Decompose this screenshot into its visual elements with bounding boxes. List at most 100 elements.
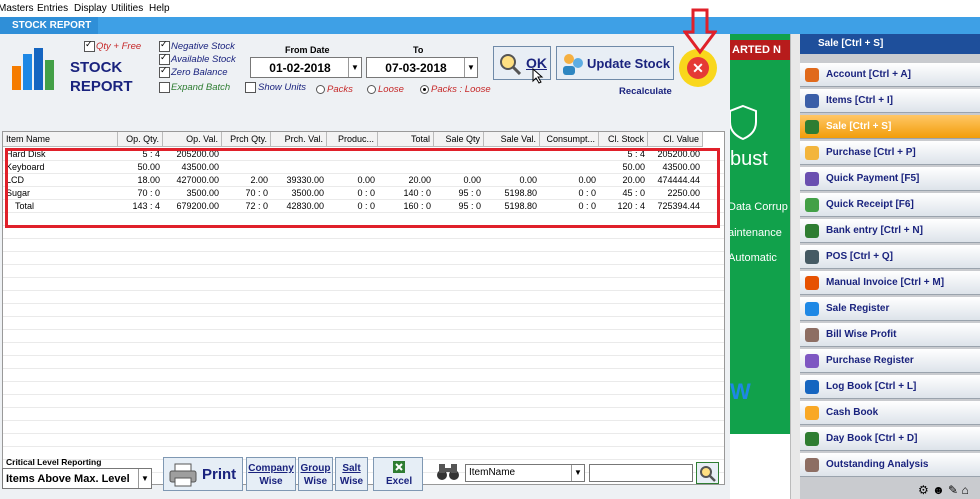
column-header[interactable]: Produc...: [327, 132, 378, 147]
nav-item[interactable]: Log Book [Ctrl + L]: [800, 375, 980, 399]
show-units-checkbox[interactable]: [245, 82, 256, 93]
expand-batch-checkbox[interactable]: [159, 82, 170, 93]
nav-item[interactable]: Cash Book: [800, 401, 980, 425]
empty-row[interactable]: [3, 278, 724, 291]
nav-item-label: Quick Receipt [F6]: [826, 199, 914, 210]
search-input[interactable]: [589, 464, 693, 482]
nav-item[interactable]: Bill Wise Profit: [800, 323, 980, 347]
tray-icons: ⚙ ☻ ✎ ⌂: [918, 483, 969, 497]
excel-button[interactable]: Excel: [373, 457, 423, 491]
group-wise-line2: Wise: [303, 476, 328, 487]
column-header[interactable]: Op. Val.: [163, 132, 222, 147]
column-header[interactable]: Item Name: [3, 132, 118, 147]
column-header[interactable]: Op. Qty.: [118, 132, 163, 147]
company-wise-button[interactable]: Company Wise: [246, 457, 296, 491]
from-date-picker[interactable]: 01-02-2018 ▼: [250, 57, 362, 78]
column-header[interactable]: Sale Qty: [434, 132, 484, 147]
empty-row[interactable]: [3, 304, 724, 317]
promo-text-5: W: [730, 379, 751, 404]
nav-item[interactable]: Sale [Ctrl + S]: [800, 115, 980, 139]
empty-row[interactable]: [3, 330, 724, 343]
excel-icon: [393, 461, 405, 473]
empty-row[interactable]: [3, 356, 724, 369]
menu-help[interactable]: Help: [149, 3, 170, 14]
tab-stock-report[interactable]: STOCK REPORT: [0, 17, 98, 34]
nav-item-icon: [805, 172, 819, 186]
search-field-value: ItemName: [469, 467, 516, 478]
column-header[interactable]: Prch Qty.: [222, 132, 271, 147]
packs-radio[interactable]: [316, 85, 325, 94]
recalculate-link[interactable]: Recalculate: [619, 86, 672, 97]
nav-item-icon: [805, 432, 819, 446]
nav-item[interactable]: Account [Ctrl + A]: [800, 63, 980, 87]
promo-text-1: bust: [730, 148, 768, 170]
chevron-down-icon[interactable]: ▼: [464, 58, 477, 77]
column-header[interactable]: Sale Val.: [484, 132, 540, 147]
shield-icon: [730, 104, 757, 140]
group-wise-button[interactable]: Group Wise: [298, 457, 333, 491]
to-date-picker[interactable]: 07-03-2018 ▼: [366, 57, 478, 78]
available-stock-checkbox[interactable]: [159, 52, 170, 65]
update-stock-button[interactable]: Update Stock: [556, 46, 674, 80]
empty-row[interactable]: [3, 421, 724, 434]
packs-loose-radio[interactable]: [420, 85, 429, 94]
empty-row[interactable]: [3, 434, 724, 447]
nav-item-label: Account [Ctrl + A]: [826, 69, 911, 80]
column-header[interactable]: Cl. Value: [648, 132, 703, 147]
nav-item[interactable]: Purchase [Ctrl + P]: [800, 141, 980, 165]
print-button[interactable]: Print: [163, 457, 243, 491]
zero-balance-checkbox[interactable]: [159, 65, 170, 78]
nav-item[interactable]: Outstanding Analysis: [800, 453, 980, 477]
menu-masters[interactable]: Masters: [0, 3, 34, 14]
column-header[interactable]: Consumpt...: [540, 132, 599, 147]
nav-item-icon: [805, 224, 819, 238]
nav-item[interactable]: Quick Payment [F5]: [800, 167, 980, 191]
chevron-down-icon[interactable]: ▼: [138, 469, 151, 488]
chevron-down-icon[interactable]: ▼: [348, 58, 361, 77]
salt-wise-line1: Salt: [342, 463, 361, 474]
negative-stock-checkbox[interactable]: [159, 39, 170, 52]
mouse-cursor-icon: [532, 68, 544, 84]
menu-entries[interactable]: Entries: [37, 3, 68, 14]
empty-row[interactable]: [3, 239, 724, 252]
nav-item[interactable]: Quick Receipt [F6]: [800, 193, 980, 217]
column-header[interactable]: Total: [378, 132, 434, 147]
zero-balance-label: Zero Balance: [171, 67, 228, 78]
menu-display[interactable]: Display: [74, 3, 107, 14]
empty-row[interactable]: [3, 369, 724, 382]
menu-utilities[interactable]: Utilities: [111, 3, 143, 14]
empty-row[interactable]: [3, 252, 724, 265]
qty-free-checkbox[interactable]: [84, 39, 95, 52]
search-button[interactable]: [696, 462, 719, 484]
column-header[interactable]: Cl. Stock: [599, 132, 648, 147]
salt-wise-button[interactable]: Salt Wise: [335, 457, 368, 491]
nav-item[interactable]: Bank entry [Ctrl + N]: [800, 219, 980, 243]
empty-row[interactable]: [3, 343, 724, 356]
nav-item-icon: [805, 380, 819, 394]
nav-item[interactable]: Manual Invoice [Ctrl + M]: [800, 271, 980, 295]
nav-item[interactable]: Day Book [Ctrl + D]: [800, 427, 980, 451]
empty-row[interactable]: [3, 317, 724, 330]
empty-row[interactable]: [3, 291, 724, 304]
empty-row[interactable]: [3, 395, 724, 408]
to-date-label: To: [413, 45, 424, 55]
loose-radio[interactable]: [367, 85, 376, 94]
nav-item[interactable]: Purchase Register: [800, 349, 980, 373]
empty-row[interactable]: [3, 382, 724, 395]
column-header[interactable]: Prch. Val.: [271, 132, 327, 147]
search-field-select[interactable]: ItemName ▼: [465, 464, 585, 482]
nav-item[interactable]: Sale Register: [800, 297, 980, 321]
chevron-down-icon[interactable]: ▼: [571, 465, 584, 481]
update-stock-label: Update Stock: [587, 56, 671, 71]
nav-item[interactable]: Items [Ctrl + I]: [800, 89, 980, 113]
empty-row[interactable]: [3, 265, 724, 278]
empty-row[interactable]: [3, 408, 724, 421]
nav-item-label: Log Book [Ctrl + L]: [826, 381, 917, 392]
stock-report-grid: Item Name Op. Qty. Op. Val. Prch Qty. Prch. …: [2, 131, 725, 485]
nav-item[interactable]: POS [Ctrl + Q]: [800, 245, 980, 269]
bar-chart-logo-icon: [12, 48, 54, 90]
nav-item-icon: [805, 146, 819, 160]
critical-level-select[interactable]: Items Above Max. Level ▼: [2, 468, 152, 489]
show-units-label: Show Units: [258, 82, 307, 93]
quick-nav-panel: Sale [Ctrl + S] Account [Ctrl + A] Items …: [800, 34, 980, 499]
